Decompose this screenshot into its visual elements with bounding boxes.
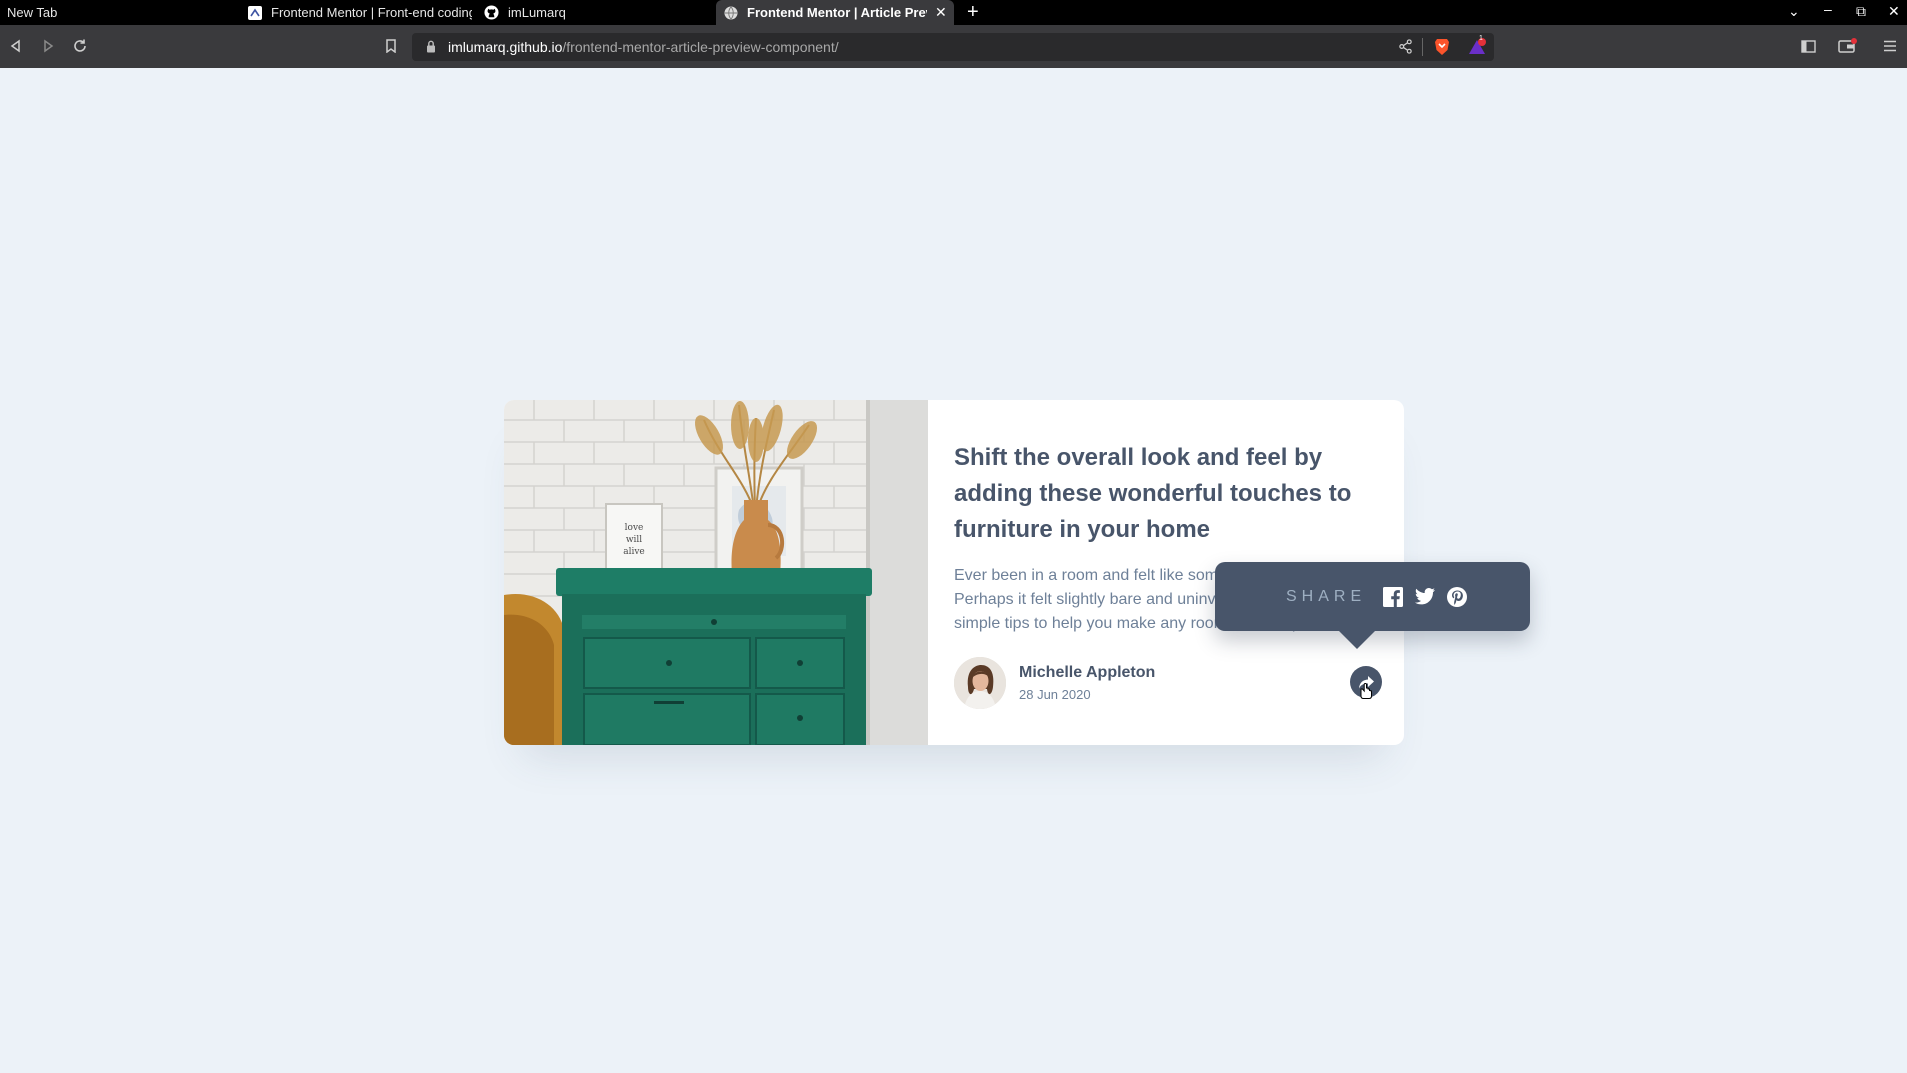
tab-article-preview[interactable]: Frontend Mentor | Article Preview Compon… [716,0,954,25]
drawers-photo: love will alive [504,400,928,745]
sidebar-toggle-icon[interactable] [1798,36,1818,56]
share-popover: SHARE [1215,562,1530,649]
tab-imlumarq[interactable]: imLumarq [477,0,709,25]
share-label: SHARE [1286,587,1367,605]
divider [1422,38,1423,56]
url-path: /frontend-mentor-article-preview-compone… [562,39,839,55]
tab-frontend-mentor[interactable]: Frontend Mentor | Front-end coding chall… [240,0,472,25]
browser-toolbar: imlumarq.github.io/frontend-mentor-artic… [0,25,1907,68]
share-page-icon[interactable] [1398,39,1413,59]
back-icon[interactable] [6,36,26,56]
author-meta: Michelle Appleton 28 Jun 2020 [1019,664,1155,702]
menu-icon[interactable] [1880,36,1900,56]
tab-new-tab[interactable]: New Tab [0,0,236,25]
github-icon [484,5,499,20]
forward-icon[interactable] [38,36,58,56]
globe-icon [723,5,738,20]
url-text: imlumarq.github.io/frontend-mentor-artic… [448,39,839,55]
brave-rewards-icon[interactable] [1468,38,1488,61]
author-name: Michelle Appleton [1019,664,1156,681]
twitter-icon[interactable] [1414,586,1436,608]
frontend-mentor-favicon-icon [247,5,262,20]
article-title: Shift the overall look and feel by addin… [954,444,1352,543]
close-tab-icon[interactable]: ✕ [935,4,947,21]
publish-date: 28 Jun 2020 [1019,687,1091,702]
svg-text:alive: alive [623,547,645,557]
wallet-icon[interactable] [1838,36,1858,56]
bookmark-icon[interactable] [381,36,401,56]
close-window-icon[interactable]: ✕ [1888,3,1900,20]
pinterest-icon[interactable] [1446,586,1468,608]
tab-bar: New Tab Frontend Mentor | Front-end codi… [0,0,1907,25]
new-tab-button[interactable]: + [967,2,979,22]
minimize-icon[interactable]: – [1824,1,1832,17]
reload-icon[interactable] [70,36,90,56]
facebook-icon[interactable] [1382,586,1404,608]
mouse-cursor-icon [1359,682,1373,704]
tab-title: Frontend Mentor | Article Preview Compon… [747,5,927,20]
tab-title: New Tab [7,5,58,20]
tab-list-chevron-icon[interactable]: ⌄ [1788,3,1800,20]
restore-icon[interactable]: ⧉ [1856,3,1866,20]
tab-title: Frontend Mentor | Front-end coding chall… [271,5,472,20]
url-host: imlumarq.github.io [448,39,563,55]
rewards-badge: 1 [1479,35,1483,42]
brave-shields-icon[interactable] [1434,38,1450,61]
svg-text:love: love [625,523,644,533]
svg-text:will: will [626,535,642,545]
avatar [954,657,1006,709]
address-bar[interactable]: imlumarq.github.io/frontend-mentor-artic… [412,33,1494,61]
lock-icon [426,40,436,58]
author-block: Michelle Appleton 28 Jun 2020 [954,657,1155,709]
tab-title: imLumarq [508,5,566,20]
